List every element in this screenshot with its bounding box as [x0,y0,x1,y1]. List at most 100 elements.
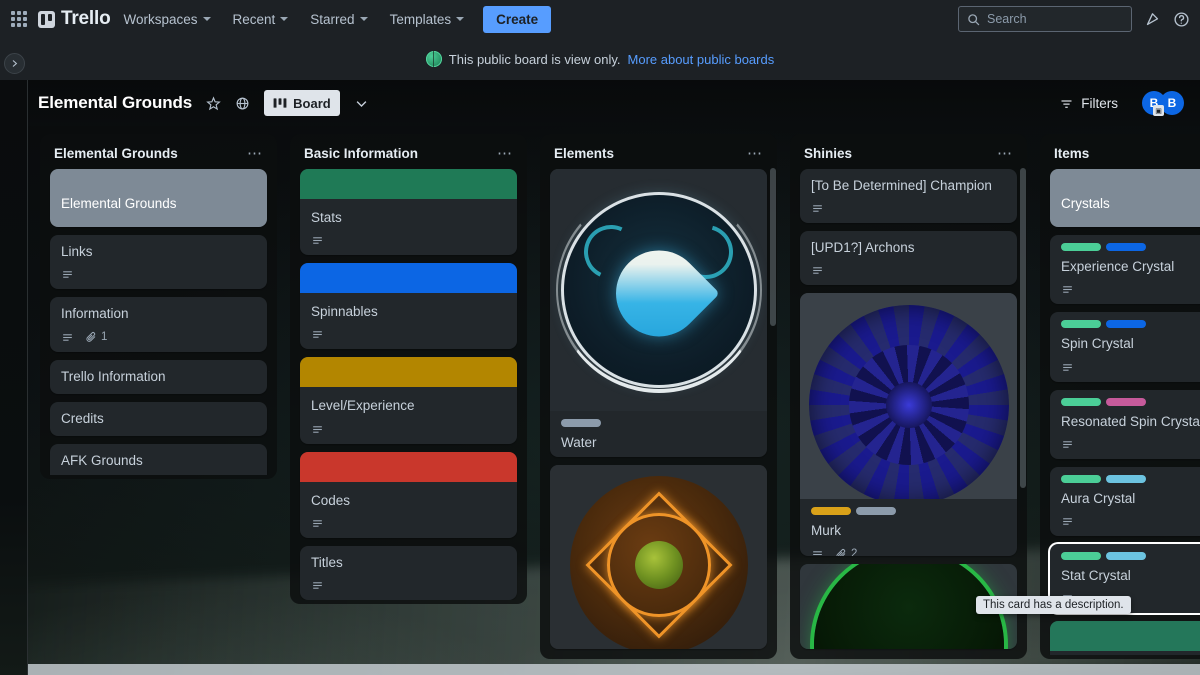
bell-icon[interactable] [1144,11,1161,28]
card-afk-grounds[interactable]: AFK Grounds [50,444,267,475]
card-experience-crystal[interactable]: Experience Crystal [1050,235,1200,305]
card-cover [300,263,517,294]
card-resonated-spin-crystal[interactable]: Resonated Spin Crystal [1050,389,1200,459]
list-vertical-scrollbar[interactable] [1020,168,1026,488]
list-menu-icon[interactable]: ⋯ [997,146,1013,161]
list-menu-icon[interactable]: ⋯ [747,146,763,161]
card-title: Credits [61,410,104,426]
filters-button[interactable]: Filters [1051,91,1126,116]
list-cards: Crystals Experience Crystal Spin Crystal… [1044,169,1200,655]
card-label[interactable] [1061,397,1101,406]
list-cards: [To Be Determined] Champion [UPD1?] Arch… [794,169,1023,655]
card-level-experience[interactable]: Level/Experience [300,357,517,444]
card-badges [1061,515,1200,528]
card-murk[interactable]: Murk 2 [800,293,1017,556]
card-titles[interactable]: Titles [300,545,517,600]
global-top-navigation: Trello Workspaces Recent Starred Templat… [0,0,1200,38]
board-visibility-globe-icon[interactable] [235,96,250,111]
card-label[interactable] [1106,397,1146,406]
board-horizontal-scrollbar[interactable] [28,664,1200,675]
description-icon [1061,438,1074,451]
nav-item-label: Starred [310,11,355,27]
card-label[interactable] [561,419,601,427]
card-credits[interactable]: Credits [50,401,267,437]
card-label[interactable] [856,507,896,516]
card-title: Aura Crystal [1061,490,1136,506]
card-archons[interactable]: [UPD1?] Archons [800,231,1017,286]
card-title: Spin Crystal [1061,336,1134,352]
card-label[interactable] [1106,474,1146,483]
card-badges [311,234,507,247]
sidebar-collapsed-rail [0,80,28,675]
attachment-icon [836,549,846,556]
card-spinnables[interactable]: Spinnables [300,263,517,350]
card-cover [300,169,517,199]
card-label[interactable] [1106,320,1146,329]
description-icon [1061,515,1074,528]
more-about-public-boards-link[interactable]: More about public boards [628,52,775,67]
card-title: Information [61,306,129,322]
card-label[interactable] [1106,552,1146,561]
card-links[interactable]: Links [50,235,267,290]
card-codes[interactable]: Codes [300,451,517,538]
card-stats[interactable]: Stats [300,169,517,256]
trello-home-link[interactable]: Trello [38,8,111,30]
card-labels [1061,474,1200,483]
sidebar-expand-button[interactable] [4,53,25,74]
nav-item-workspaces[interactable]: Workspaces [114,6,219,33]
card-badges [311,517,507,530]
nav-item-recent[interactable]: Recent [224,6,298,33]
star-icon[interactable] [206,95,221,111]
attachment-count: 2 [851,548,858,556]
board-view-chevron-down-icon[interactable] [354,96,369,111]
card-labels [1061,320,1200,329]
nav-item-templates[interactable]: Templates [381,6,474,33]
card-title: Codes [311,492,351,508]
help-circle-icon[interactable] [1173,11,1190,28]
apps-grid-icon[interactable] [8,8,30,30]
card-information[interactable]: Information 1 [50,297,267,352]
list-header: Shinies ⋯ [794,142,1023,169]
nav-item-starred[interactable]: Starred [301,6,376,33]
board-view-switcher[interactable]: Board [264,90,340,116]
board-view-icon [273,98,287,108]
description-icon [311,579,324,592]
card-water[interactable]: Water 6 [550,169,767,457]
card-title: Titles [311,554,343,570]
board-header-right-group: Filters B B ▣ [1051,91,1184,116]
card-crystals[interactable]: Crystals [1050,169,1200,228]
card-badges [1061,283,1200,296]
card-trello-information[interactable]: Trello Information [50,359,267,394]
card-cover-image-water-emblem [550,169,767,411]
search-input[interactable]: Search [958,6,1132,32]
card-label[interactable] [811,507,851,516]
list-vertical-scrollbar[interactable] [770,168,776,326]
list-menu-icon[interactable]: ⋯ [247,146,263,161]
card-aura-crystal[interactable]: Aura Crystal [1050,466,1200,537]
create-button[interactable]: Create [483,5,552,33]
card-labels [1061,243,1200,252]
list-menu-icon[interactable]: ⋯ [497,146,513,161]
globe-icon [425,51,442,67]
attachment-count: 1 [101,331,108,344]
list-title: Items [1054,146,1090,161]
card-label[interactable] [1061,243,1101,252]
card-purchasables[interactable]: Purchasables [1050,621,1200,655]
card-badges [311,579,507,592]
list-title: Elements [554,146,615,161]
card-badges: 1 [61,331,257,344]
card-spin-crystal[interactable]: Spin Crystal [1050,312,1200,382]
card-earth-element[interactable] [550,464,767,649]
card-badges [811,202,1007,215]
card-label[interactable] [1061,320,1101,329]
board-members: B B ▣ [1142,91,1184,116]
board-lists-container[interactable]: Elemental Grounds ⋯ Elemental Grounds Li… [28,126,1200,675]
card-to-be-determined-champion[interactable]: [To Be Determined] Champion [800,169,1017,224]
filters-label: Filters [1081,95,1118,111]
card-elemental-grounds[interactable]: Elemental Grounds [50,169,267,228]
card-label[interactable] [1106,243,1146,252]
description-icon [61,331,74,344]
card-label[interactable] [1061,552,1101,561]
card-title: Spinnables [311,304,378,320]
card-label[interactable] [1061,474,1101,483]
